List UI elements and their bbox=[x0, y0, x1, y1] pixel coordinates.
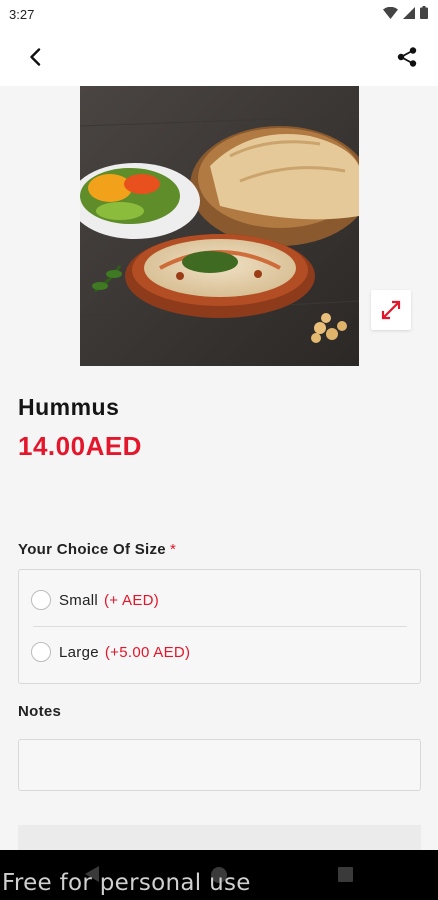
product-image[interactable] bbox=[80, 86, 359, 366]
option-divider bbox=[33, 626, 407, 627]
notes-label: Notes bbox=[18, 703, 62, 720]
size-section-label: Your Choice Of Size * bbox=[18, 541, 176, 558]
share-icon[interactable] bbox=[394, 44, 420, 70]
signal-icon bbox=[403, 6, 415, 22]
add-to-cart-area[interactable] bbox=[18, 825, 421, 850]
status-bar: 3:27 bbox=[0, 0, 438, 28]
nav-recent-icon[interactable] bbox=[338, 867, 353, 882]
status-time: 3:27 bbox=[9, 6, 35, 22]
radio-button[interactable] bbox=[31, 642, 51, 662]
option-price: (+ AED) bbox=[104, 591, 160, 609]
option-label: Large bbox=[59, 643, 99, 661]
option-price: (+5.00 AED) bbox=[104, 643, 191, 661]
required-marker: * bbox=[169, 541, 177, 558]
notes-input[interactable] bbox=[18, 739, 421, 791]
app-bar bbox=[0, 28, 438, 86]
expand-icon[interactable] bbox=[371, 290, 411, 330]
size-option-large[interactable]: Large (+5.00 AED) bbox=[31, 637, 190, 667]
product-price: 14.00AED bbox=[18, 431, 142, 461]
product-name: Hummus bbox=[18, 394, 120, 420]
watermark-text: Free for personal use bbox=[2, 870, 251, 896]
size-options-box: Small (+ AED) Large (+5.00 AED) bbox=[18, 569, 421, 684]
battery-icon bbox=[420, 6, 428, 22]
size-label-text: Your Choice Of Size bbox=[18, 541, 166, 558]
wifi-icon bbox=[383, 6, 398, 22]
option-label: Small bbox=[59, 591, 99, 609]
size-option-small[interactable]: Small (+ AED) bbox=[31, 585, 159, 615]
radio-button[interactable] bbox=[31, 590, 51, 610]
back-arrow-icon[interactable] bbox=[22, 44, 48, 70]
status-icons bbox=[383, 6, 428, 22]
